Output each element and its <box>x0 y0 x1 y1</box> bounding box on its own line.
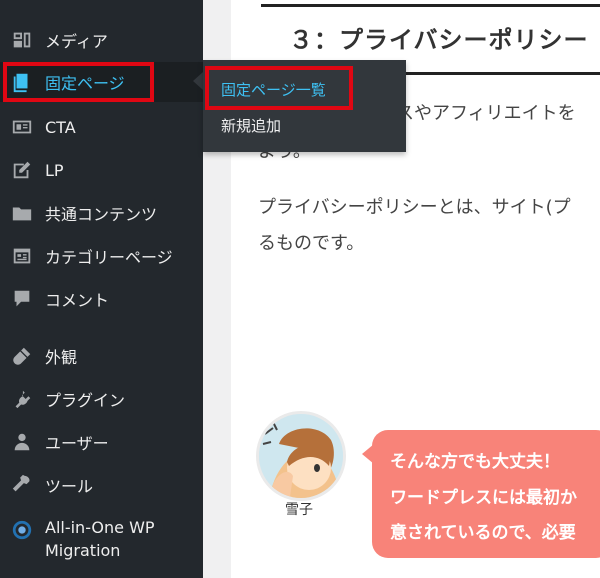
paragraph-line: プライバシーポリシーとは、サイト(プ <box>258 197 571 218</box>
heading-border-top <box>261 4 600 7</box>
speech-bubble-line: ワードプレスには最初か <box>390 488 577 508</box>
sidebar-item-label: CTA <box>45 117 76 137</box>
submenu-item-all-pages[interactable]: 固定ページ一覧 <box>221 79 326 100</box>
sidebar-item-media[interactable]: メディア <box>0 20 203 60</box>
submenu-item-add-new[interactable]: 新規追加 <box>221 115 281 136</box>
sidebar-item-label: コメント <box>45 291 110 310</box>
paragraph-line: スやアフィリエイトを <box>396 103 576 124</box>
sidebar-item-lp[interactable]: LP <box>0 150 203 190</box>
sidebar-item-label: 外観 <box>45 348 78 367</box>
media-icon <box>10 28 34 52</box>
user-icon <box>10 430 34 454</box>
sidebar-item-label: LP <box>45 160 64 180</box>
pages-submenu-flyout: 固定ページ一覧 新規追加 <box>203 60 406 152</box>
avatar-name: 雪子 <box>285 502 313 518</box>
pages-icon <box>10 70 34 94</box>
speech-bubble-line: そんな方でも大丈夫！ <box>390 452 560 472</box>
migration-icon <box>10 518 34 542</box>
plugin-icon <box>10 387 34 411</box>
sidebar-item-comments[interactable]: コメント <box>0 279 203 319</box>
sidebar-item-category-page[interactable]: カテゴリーページ <box>0 236 203 276</box>
sidebar-item-label: ツール <box>45 477 94 496</box>
flyout-pointer <box>193 72 203 90</box>
sidebar-item-cta[interactable]: CTA <box>0 107 203 147</box>
sidebar-item-label: メディア <box>45 32 108 51</box>
sidebar-item-users[interactable]: ユーザー <box>0 422 203 462</box>
sidebar-item-label: プラグイン <box>45 391 126 410</box>
cta-icon <box>10 115 34 139</box>
sidebar-item-plugins[interactable]: プラグイン <box>0 379 203 419</box>
paragraph-line: るものです。 <box>258 233 365 254</box>
sidebar-item-tools[interactable]: ツール <box>0 465 203 505</box>
admin-sidebar: メディア 固定ページ CTA LP 共通コンテンツ カテゴリーページ コメント … <box>0 0 203 578</box>
category-page-icon <box>10 244 34 268</box>
comment-icon <box>10 287 34 311</box>
sidebar-item-all-in-one-wp-migration[interactable]: All-in-One WP Migration <box>0 510 203 568</box>
sidebar-item-label: 固定ページ <box>45 74 125 93</box>
folder-icon <box>10 201 34 225</box>
tools-icon <box>10 473 34 497</box>
speech-bubble-line: 意されているので、必要 <box>390 523 576 543</box>
lp-icon <box>10 158 34 182</box>
sidebar-item-label: カテゴリーページ <box>45 248 173 267</box>
sidebar-item-pages[interactable]: 固定ページ <box>0 62 203 102</box>
sidebar-item-label: ユーザー <box>45 434 109 453</box>
avatar <box>256 411 346 501</box>
sidebar-item-appearance[interactable]: 外観 <box>0 336 203 376</box>
sidebar-item-label: 共通コンテンツ <box>45 205 158 224</box>
section-heading: ３：プライバシーポリシー <box>289 26 589 54</box>
sidebar-item-label: All-in-One WP Migration <box>45 518 155 560</box>
appearance-icon <box>10 344 34 368</box>
sidebar-item-common-content[interactable]: 共通コンテンツ <box>0 193 203 233</box>
